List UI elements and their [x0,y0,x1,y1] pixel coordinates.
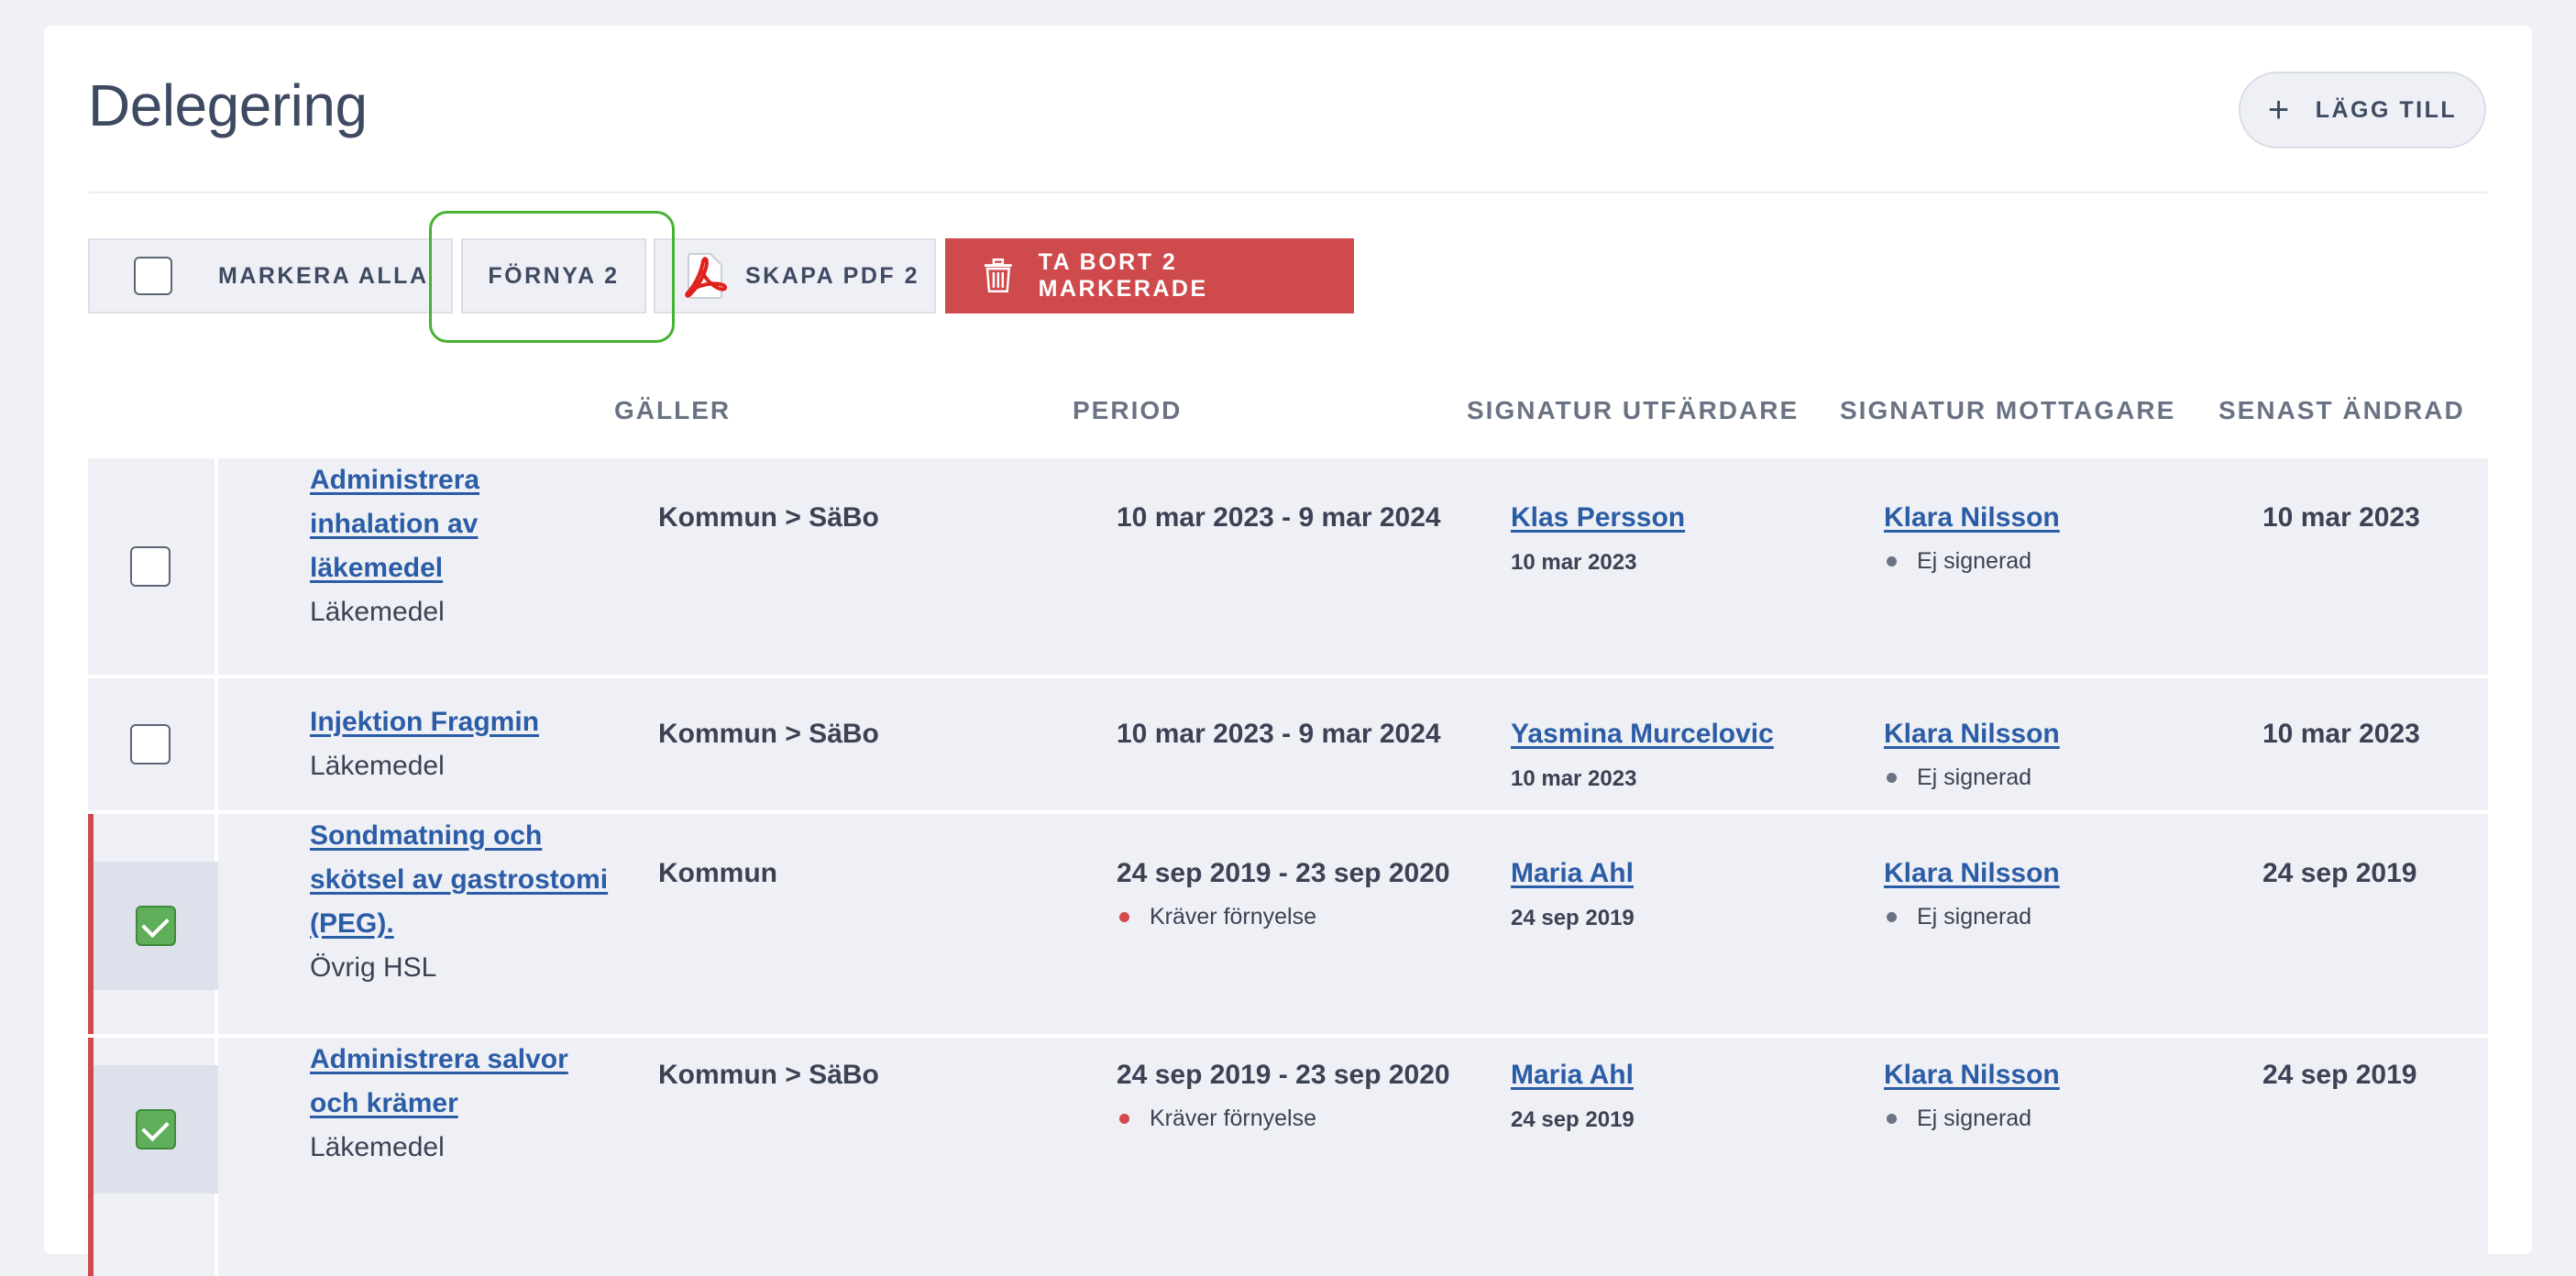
delegation-link[interactable]: Sondmatning och skötsel av gastrostomi (PE… [310,820,608,939]
period-value: 10 mar 2023 - 9 mar 2024 [1117,719,1441,749]
column-header-last-modified[interactable]: SENAST ÄNDRAD [2218,396,2465,425]
row-checkbox[interactable] [130,724,171,764]
issuer-link[interactable]: Maria Ahl [1511,858,1634,889]
create-pdf-button[interactable]: SKAPA PDF 2 [654,238,936,314]
row-checkbox[interactable] [130,546,171,587]
receiver-status: Ej signerad [1887,764,2031,791]
column-header-galler[interactable]: GÄLLER [614,396,731,425]
issuer-link[interactable]: Maria Ahl [1511,1060,1634,1091]
mark-all-checkbox[interactable] [134,257,172,295]
plus-icon: + [2267,90,2292,130]
delegation-name: Injektion Fragmin Läkemedel [310,700,622,788]
delegation-name: Administrera inhalation av läkemedel Läkem… [310,458,622,634]
galler-value: Kommun > SäBo [658,719,879,749]
delegation-name: Administrera salvor och krämer Läkemedel [310,1038,631,1170]
galler-value: Kommun > SäBo [658,502,879,533]
modified-value: 24 sep 2019 [2262,1060,2417,1090]
column-header-signature-receiver[interactable]: SIGNATUR MOTTAGARE [1840,396,2175,425]
delegation-category: Läkemedel [310,1132,445,1162]
row-select-cell [88,678,218,810]
period-status: Kräver förnyelse [1119,904,1316,930]
row-checkbox-checked[interactable] [136,1109,176,1150]
period-value: 24 sep 2019 - 23 sep 2020 [1117,1060,1450,1090]
add-button-label: LÄGG TILL [2315,96,2458,123]
renew-label: FÖRNYA 2 [488,262,620,289]
issuer-link[interactable]: Yasmina Murcelovic [1511,719,1774,750]
issuer-date: 10 mar 2023 [1511,766,1637,791]
column-header-period[interactable]: PERIOD [1073,396,1182,425]
period-value: 24 sep 2019 - 23 sep 2020 [1117,858,1450,888]
row-select-cell [88,1038,218,1276]
delete-selected-button[interactable]: TA BORT 2 MARKERADE [945,238,1354,314]
delegation-category: Övrig HSL [310,952,437,983]
header-divider [88,192,2488,193]
mark-all-label: MARKERA ALLA [218,262,429,289]
receiver-link[interactable]: Klara Nilsson [1884,719,2060,750]
period-status: Kräver förnyelse [1119,1106,1316,1132]
delegation-link[interactable]: Injektion Fragmin [310,707,539,737]
row-checkbox-checked[interactable] [136,906,176,946]
pdf-icon [685,253,727,299]
status-dot-icon [1887,1114,1897,1124]
table-row: Administrera salvor och krämer Läkemedel … [88,1038,2488,1276]
column-header-signature-issuer[interactable]: SIGNATUR UTFÄRDARE [1467,396,1799,425]
delegation-category: Läkemedel [310,751,445,781]
trash-icon [984,258,1012,293]
modified-value: 10 mar 2023 [2262,719,2420,749]
receiver-link[interactable]: Klara Nilsson [1884,858,2060,889]
issuer-date: 24 sep 2019 [1511,1107,1635,1132]
mark-all-button[interactable]: MARKERA ALLA [88,238,453,314]
delegation-category: Läkemedel [310,597,445,627]
page-title: Delegering [88,72,368,138]
receiver-status: Ej signerad [1887,904,2031,930]
create-pdf-label: SKAPA PDF 2 [745,262,920,289]
status-dot-icon [1887,912,1897,922]
table-row: Sondmatning och skötsel av gastrostomi (PE… [88,814,2488,1034]
receiver-link[interactable]: Klara Nilsson [1884,502,2060,534]
status-dot-icon [1887,556,1897,566]
table-row: Administrera inhalation av läkemedel Läkem… [88,458,2488,675]
modified-value: 24 sep 2019 [2262,858,2417,888]
row-select-cell [88,814,218,1034]
delegation-card: Delegering + LÄGG TILL MARKERA ALLA FÖRN… [44,26,2532,1276]
issuer-date: 10 mar 2023 [1511,550,1637,575]
renew-button[interactable]: FÖRNYA 2 [461,238,646,314]
receiver-status: Ej signerad [1887,548,2031,575]
period-value: 10 mar 2023 - 9 mar 2024 [1117,502,1441,533]
issuer-link[interactable]: Klas Persson [1511,502,1685,534]
receiver-link[interactable]: Klara Nilsson [1884,1060,2060,1091]
delegation-name: Sondmatning och skötsel av gastrostomi (PE… [310,814,631,990]
add-button[interactable]: + LÄGG TILL [2239,72,2486,148]
issuer-date: 24 sep 2019 [1511,906,1635,930]
delete-selected-label: TA BORT 2 MARKERADE [1038,249,1208,302]
status-dot-icon [1887,773,1897,783]
warning-dot-icon [1119,1114,1129,1124]
delegation-link[interactable]: Administrera salvor och krämer [310,1044,568,1118]
receiver-status: Ej signerad [1887,1106,2031,1132]
galler-value: Kommun [658,858,777,888]
warning-dot-icon [1119,912,1129,922]
row-select-cell [88,458,218,675]
table-row: Injektion Fragmin Läkemedel Kommun > SäB… [88,678,2488,810]
delegation-link[interactable]: Administrera inhalation av läkemedel [310,465,479,583]
galler-value: Kommun > SäBo [658,1060,879,1090]
modified-value: 10 mar 2023 [2262,502,2420,533]
